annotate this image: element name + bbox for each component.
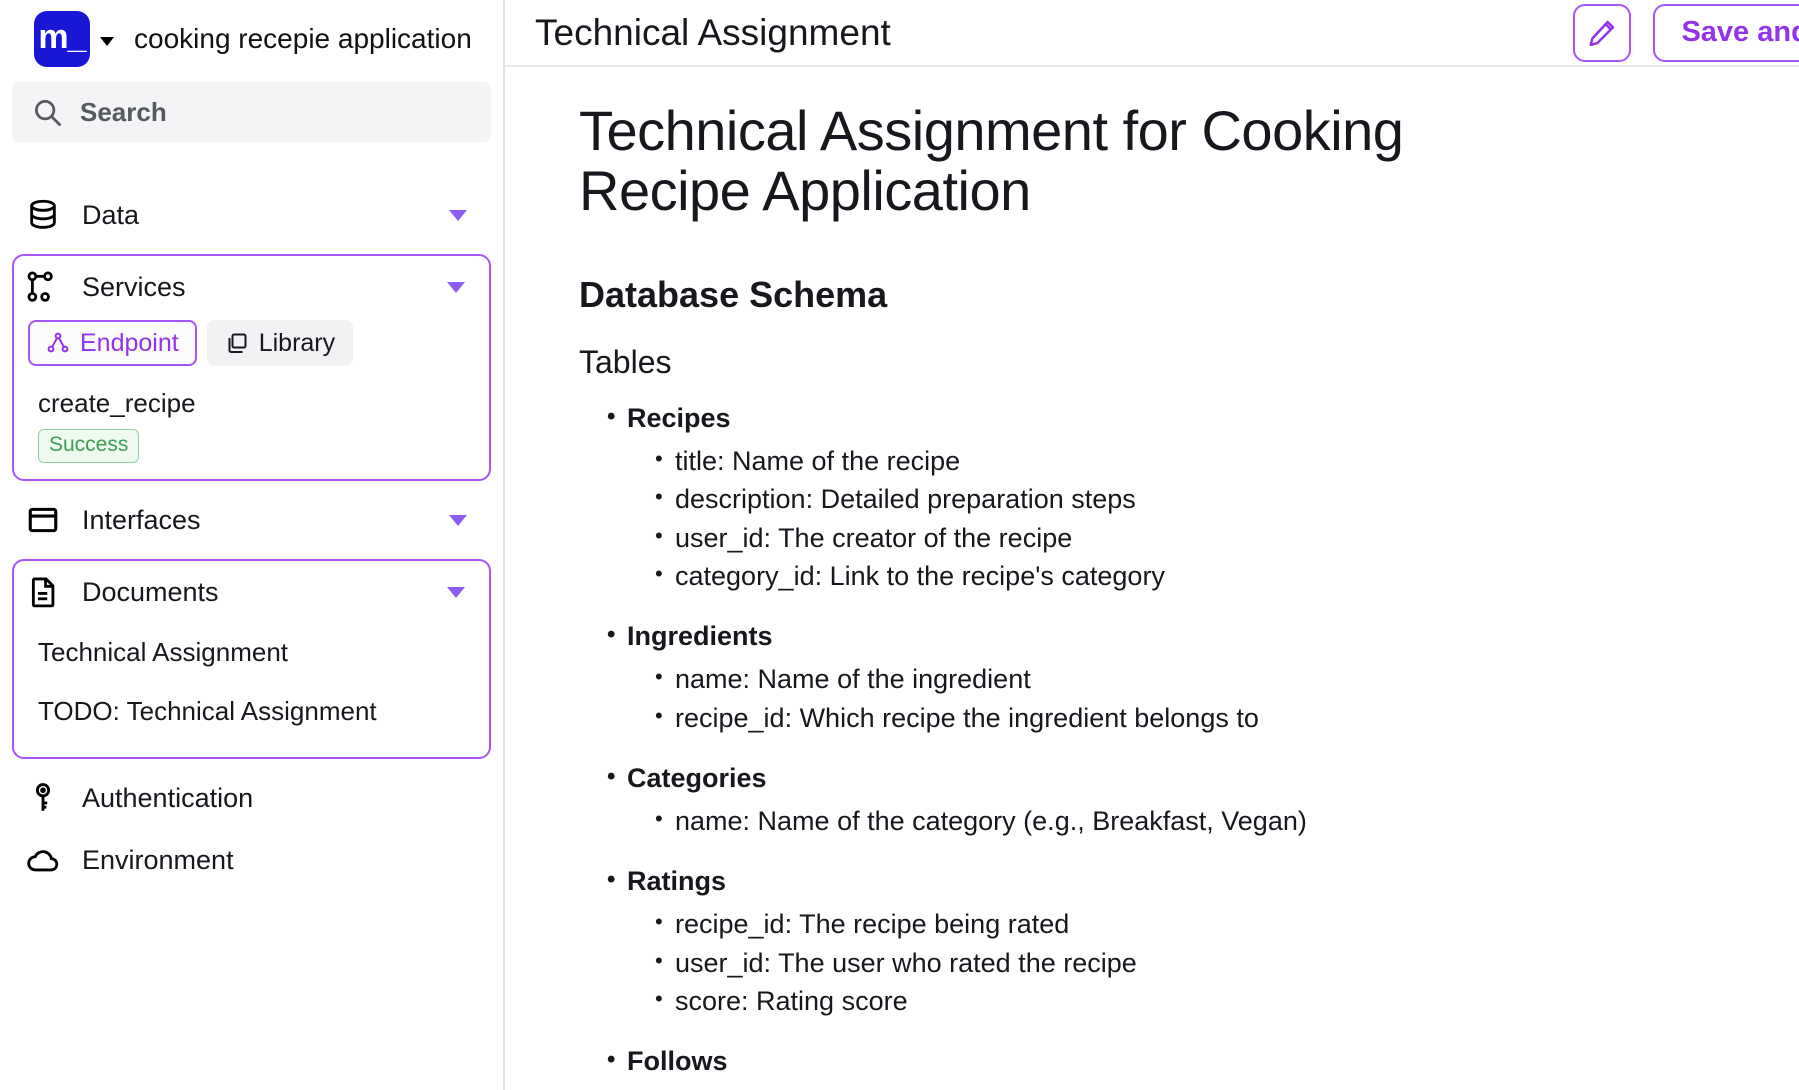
- table-name: Ratings: [579, 866, 1739, 897]
- chevron-down-icon-services[interactable]: [447, 281, 465, 293]
- sidebar-item-services[interactable]: Services: [14, 256, 489, 318]
- sidebar-item-label-interfaces: Interfaces: [82, 504, 201, 535]
- cloud-icon: [27, 850, 59, 872]
- table-entry: Follows follower_id: The user who follows: [579, 1046, 1739, 1090]
- table-entry: Categories name: Name of the category (e.…: [579, 763, 1739, 840]
- search-placeholder: Search: [80, 96, 167, 127]
- chevron-down-icon-interfaces[interactable]: [449, 514, 467, 526]
- sidebar-item-documents[interactable]: Documents: [14, 561, 489, 623]
- key-icon: [35, 783, 51, 811]
- table-field: score: Rating score: [579, 982, 1739, 1020]
- sidebar-item-label-data: Data: [82, 199, 140, 230]
- table-name: Categories: [579, 763, 1739, 794]
- documents-group: Documents Technical Assignment TODO: Tec…: [12, 559, 491, 759]
- tab-library[interactable]: Library: [206, 320, 354, 366]
- window-icon: [28, 507, 58, 533]
- search-input[interactable]: Search: [12, 82, 491, 142]
- table-field: user_id: The creator of the recipe: [579, 519, 1739, 557]
- topbar: Technical Assignment Save and close: [505, 0, 1799, 67]
- table-field: follower_id: The user who follows: [579, 1085, 1739, 1090]
- edit-button[interactable]: [1573, 3, 1632, 62]
- tab-endpoint-label: Endpoint: [80, 328, 179, 357]
- table-field: category_id: Link to the recipe's catego…: [579, 557, 1739, 595]
- table-entry: Ingredients name: Name of the ingredientr…: [579, 621, 1739, 737]
- table-field-list: name: Name of the ingredientrecipe_id: W…: [579, 660, 1739, 737]
- services-group: Services Endpoint Library create_recipe …: [12, 254, 491, 481]
- services-nodes-icon: [27, 271, 53, 302]
- document-list-item-technical-assignment[interactable]: Technical Assignment: [14, 623, 489, 682]
- table-field-list: name: Name of the category (e.g., Breakf…: [579, 802, 1739, 840]
- project-name[interactable]: cooking recepie application: [134, 23, 472, 55]
- table-field-list: title: Name of the recipedescription: De…: [579, 442, 1739, 595]
- share-nodes-icon: [47, 332, 69, 353]
- table-entry: Recipes title: Name of the recipedescript…: [579, 403, 1739, 595]
- save-and-close-button[interactable]: Save and close: [1653, 3, 1799, 62]
- sidebar-item-interfaces[interactable]: Interfaces: [12, 489, 491, 551]
- brand-row: m_ cooking recepie application: [12, 0, 491, 78]
- chevron-down-icon-documents[interactable]: [447, 586, 465, 598]
- status-badge: Success: [38, 429, 140, 463]
- table-field: name: Name of the ingredient: [579, 660, 1739, 698]
- sidebar-item-authentication[interactable]: Authentication: [12, 767, 491, 829]
- app-logo: m_: [34, 11, 90, 67]
- app-root: m_ cooking recepie application Search Da…: [0, 0, 1799, 1090]
- sidebar-item-label-authentication: Authentication: [82, 782, 254, 813]
- table-name: Follows: [579, 1046, 1739, 1077]
- tab-library-label: Library: [258, 328, 336, 357]
- table-name: Recipes: [579, 403, 1739, 434]
- database-icon: [30, 199, 56, 229]
- sidebar: m_ cooking recepie application Search Da…: [0, 0, 505, 1090]
- document-icon: [31, 577, 55, 608]
- table-field-list: follower_id: The user who follows: [579, 1085, 1739, 1090]
- section-heading-database-schema: Database Schema: [579, 273, 888, 315]
- tables-list: Recipes title: Name of the recipedescript…: [579, 403, 1739, 1090]
- service-list-item[interactable]: create_recipe Success: [14, 366, 489, 463]
- table-entry: Ratings recipe_id: The recipe being rated…: [579, 866, 1739, 1020]
- tab-endpoint[interactable]: Endpoint: [28, 320, 197, 366]
- services-tab-row: Endpoint Library: [14, 320, 489, 366]
- chevron-down-icon-data[interactable]: [449, 209, 467, 221]
- service-name: create_recipe: [38, 388, 196, 418]
- sidebar-item-label-environment: Environment: [82, 844, 234, 875]
- pencil-icon: [1589, 20, 1615, 46]
- table-field: recipe_id: Which recipe the ingredient b…: [579, 699, 1739, 737]
- document-list-item-todo-technical-assignment[interactable]: TODO: Technical Assignment: [14, 682, 489, 741]
- table-name: Ingredients: [579, 621, 1739, 652]
- sidebar-nav: Data Services Endpoint Library create_re…: [12, 184, 491, 891]
- document-body: Technical Assignment for Cooking Recipe …: [505, 67, 1799, 1090]
- chevron-down-icon[interactable]: [100, 36, 114, 46]
- library-copy-icon: [228, 333, 247, 353]
- table-field: description: Detailed preparation steps: [579, 480, 1739, 518]
- sidebar-item-environment[interactable]: Environment: [12, 829, 491, 891]
- table-field: name: Name of the category (e.g., Breakf…: [579, 802, 1739, 840]
- page-title: Technical Assignment: [535, 11, 891, 53]
- main-panel: Technical Assignment Save and close Tech…: [505, 0, 1799, 1090]
- table-field: recipe_id: The recipe being rated: [579, 905, 1739, 943]
- table-field: user_id: The user who rated the recipe: [579, 944, 1739, 982]
- table-field: title: Name of the recipe: [579, 442, 1739, 480]
- table-field-list: recipe_id: The recipe being rateduser_id…: [579, 905, 1739, 1020]
- subsection-heading-tables: Tables: [579, 343, 672, 380]
- sidebar-item-label-documents: Documents: [82, 576, 219, 607]
- sidebar-item-label-services: Services: [82, 271, 186, 302]
- sidebar-item-data[interactable]: Data: [12, 184, 491, 246]
- search-icon: [35, 100, 61, 126]
- document-title: Technical Assignment for Cooking Recipe …: [579, 99, 1404, 223]
